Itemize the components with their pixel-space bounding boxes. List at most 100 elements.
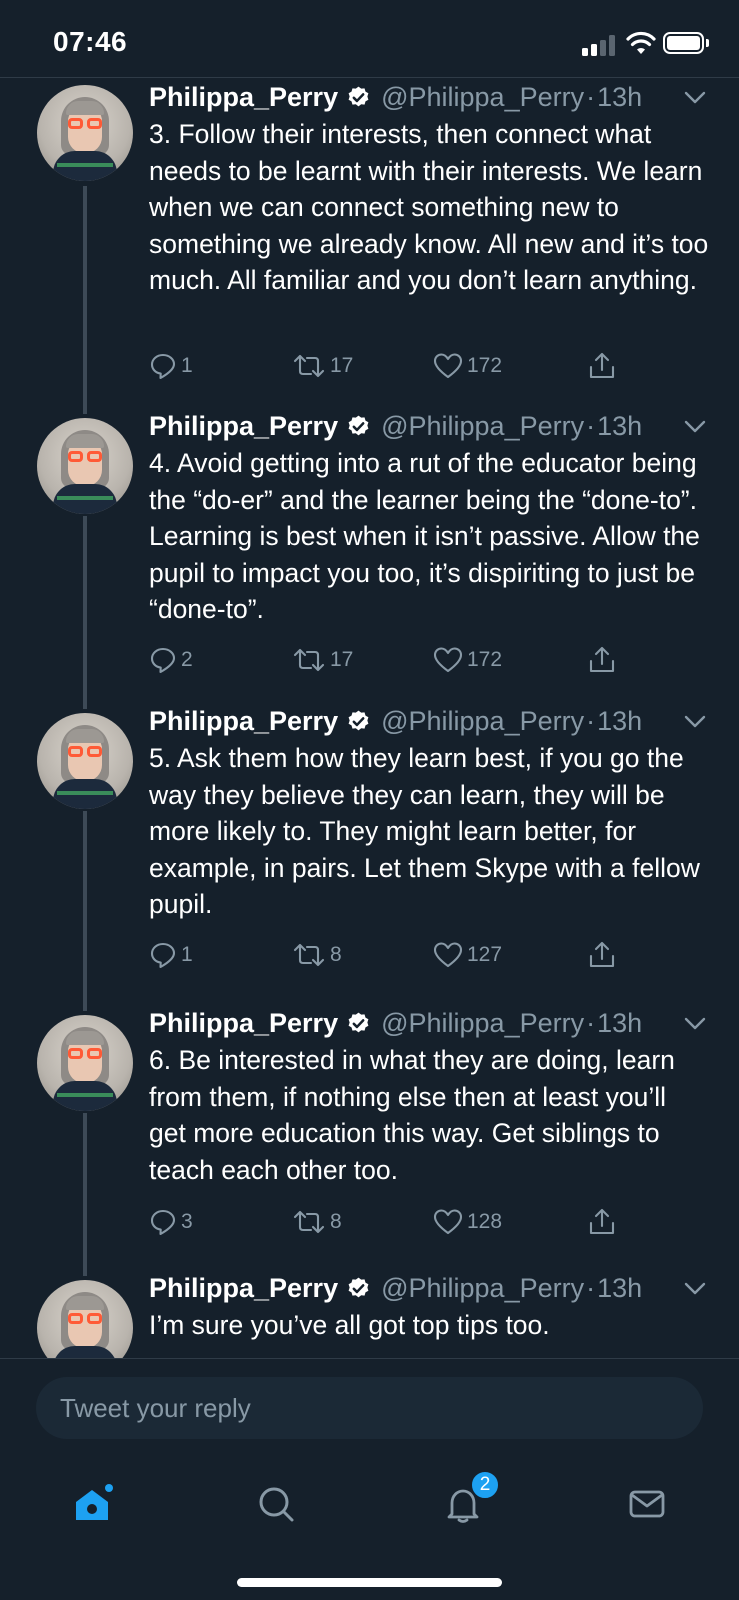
share-button[interactable] <box>587 938 617 972</box>
share-icon <box>589 352 615 379</box>
share-icon <box>589 646 615 673</box>
author-name[interactable]: Philippa_Perry <box>149 411 338 442</box>
chevron-down-icon[interactable] <box>684 715 706 729</box>
chevron-down-icon[interactable] <box>684 1017 706 1031</box>
thread-line <box>83 516 87 709</box>
reply-count: 2 <box>181 648 193 671</box>
retweet-count: 8 <box>330 1210 342 1233</box>
thread-line <box>83 1113 87 1276</box>
thread-timeline[interactable]: Philippa_Perry @Philippa_Perry · 13h 3. … <box>0 79 739 1358</box>
chevron-down-icon[interactable] <box>684 420 706 434</box>
tweet-time[interactable]: 13h <box>597 411 642 442</box>
separator: · <box>586 410 596 441</box>
reply-count: 1 <box>181 943 193 966</box>
chevron-down-icon[interactable] <box>684 1282 706 1296</box>
share-icon <box>589 1208 615 1235</box>
author-handle[interactable]: @Philippa_Perry <box>381 706 584 737</box>
reply-button[interactable]: 1 <box>149 349 193 383</box>
twitter-thread-screen: 07:46 Philippa_Perry @Philippa_Perry · 1… <box>0 0 739 1600</box>
tab-messages[interactable] <box>617 1474 677 1534</box>
like-count: 172 <box>467 648 503 671</box>
notifications-badge: 2 <box>470 1470 500 1500</box>
like-button[interactable]: 172 <box>433 643 502 677</box>
retweet-icon <box>293 354 325 378</box>
home-icon <box>76 1484 113 1520</box>
like-button[interactable]: 172 <box>433 349 502 383</box>
heart-icon <box>433 942 463 968</box>
tweet[interactable]: Philippa_Perry @Philippa_Perry · 13h 4. … <box>0 410 739 709</box>
like-button[interactable]: 127 <box>433 938 502 972</box>
like-count: 127 <box>467 943 503 966</box>
tweet[interactable]: Philippa_Perry @Philippa_Perry · 13h 5. … <box>0 705 739 1011</box>
tweet-time[interactable]: 13h <box>597 82 642 113</box>
like-button[interactable]: 128 <box>433 1205 502 1239</box>
avatar[interactable] <box>37 418 133 514</box>
retweet-button[interactable]: 17 <box>292 643 353 677</box>
tweet[interactable]: Philippa_Perry @Philippa_Perry · 13h 6. … <box>0 1007 739 1276</box>
reply-button[interactable]: 1 <box>149 938 193 972</box>
reply-icon <box>150 647 176 674</box>
avatar[interactable] <box>37 1015 133 1111</box>
retweet-count: 17 <box>330 648 354 671</box>
author-handle[interactable]: @Philippa_Perry <box>381 1273 584 1304</box>
author-handle[interactable]: @Philippa_Perry <box>381 411 584 442</box>
cellular-signal-icon <box>582 34 618 56</box>
tweet-actions: 2 17 172 <box>149 643 619 677</box>
tweet-text: 6. Be interested in what they are doing,… <box>149 1045 675 1185</box>
messages-icon <box>629 1490 665 1518</box>
tweet[interactable]: Philippa_Perry @Philippa_Perry · 13h I’m… <box>0 1273 739 1358</box>
chevron-down-icon[interactable] <box>684 91 706 105</box>
verified-badge-icon <box>348 1012 369 1032</box>
avatar[interactable] <box>37 85 133 181</box>
verified-badge-icon <box>348 86 369 106</box>
avatar[interactable] <box>37 1280 133 1358</box>
retweet-icon <box>293 1210 325 1234</box>
reply-count: 1 <box>181 354 193 377</box>
separator: · <box>586 81 596 112</box>
author-handle[interactable]: @Philippa_Perry <box>381 82 584 113</box>
home-indicator[interactable] <box>237 1578 502 1587</box>
search-icon <box>259 1487 294 1522</box>
author-handle[interactable]: @Philippa_Perry <box>381 1008 584 1039</box>
reply-icon <box>150 942 176 969</box>
heart-icon <box>433 647 463 673</box>
avatar[interactable] <box>37 713 133 809</box>
tab-search[interactable] <box>246 1474 306 1534</box>
author-name[interactable]: Philippa_Perry <box>149 706 338 737</box>
heart-icon <box>433 1209 463 1235</box>
reply-button[interactable]: 2 <box>149 643 193 677</box>
reply-count: 3 <box>181 1210 193 1233</box>
share-button[interactable] <box>587 1205 617 1239</box>
wifi-icon <box>626 31 656 54</box>
reply-button[interactable]: 3 <box>149 1205 193 1239</box>
tweet-time[interactable]: 13h <box>597 1273 642 1304</box>
author-name[interactable]: Philippa_Perry <box>149 1273 338 1304</box>
reply-icon <box>150 353 176 380</box>
retweet-button[interactable]: 17 <box>292 349 353 383</box>
reply-input[interactable] <box>36 1377 703 1439</box>
tweet-text: I’m sure you’ve all got top tips too. <box>149 1310 550 1340</box>
verified-badge-icon <box>348 1277 369 1297</box>
status-time: 07:46 <box>53 26 128 57</box>
share-button[interactable] <box>587 349 617 383</box>
retweet-count: 8 <box>330 943 342 966</box>
tweet-actions: 1 8 127 <box>149 938 619 972</box>
author-name[interactable]: Philippa_Perry <box>149 1008 338 1039</box>
tab-home[interactable] <box>63 1474 123 1534</box>
tweet-text: 4. Avoid getting into a rut of the educa… <box>149 448 700 625</box>
tweet-text: 3. Follow their interests, then connect … <box>149 119 709 296</box>
tweet-time[interactable]: 13h <box>597 706 642 737</box>
tweet[interactable]: Philippa_Perry @Philippa_Perry · 13h 3. … <box>0 79 739 414</box>
tweet-time[interactable]: 13h <box>597 1008 642 1039</box>
separator: · <box>586 1007 596 1038</box>
reply-composer <box>0 1358 739 1456</box>
share-icon <box>589 941 615 968</box>
retweet-button[interactable]: 8 <box>292 938 342 972</box>
tweet-actions: 1 17 172 <box>149 349 619 383</box>
share-button[interactable] <box>587 643 617 677</box>
author-name[interactable]: Philippa_Perry <box>149 82 338 113</box>
separator: · <box>586 705 596 736</box>
retweet-button[interactable]: 8 <box>292 1205 342 1239</box>
tweet-text: 5. Ask them how they learn best, if you … <box>149 743 700 920</box>
verified-badge-icon <box>348 710 369 730</box>
